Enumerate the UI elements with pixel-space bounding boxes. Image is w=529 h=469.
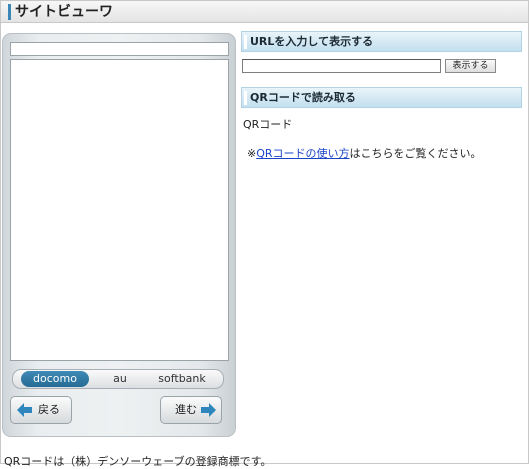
qr-help-note: ※QRコードの使い方はこちらをご覧ください。 <box>247 145 482 161</box>
phone-viewer: docomo au softbank 戻る 進む <box>2 33 236 437</box>
viewer-screen[interactable] <box>10 59 229 361</box>
viewer-address-bar <box>10 42 229 56</box>
qr-code-label: QRコード <box>243 118 293 131</box>
note-mark: ※ <box>247 147 257 160</box>
forward-button[interactable]: 進む <box>160 396 222 424</box>
trademark-footer: QRコードは（株）デンソーウェーブの登録商標です。 <box>4 455 272 468</box>
heading-accent <box>244 35 247 49</box>
qr-section-heading: QRコードで読み取る <box>241 87 522 108</box>
url-input[interactable] <box>242 59 441 73</box>
back-button[interactable]: 戻る <box>10 396 72 424</box>
carrier-au[interactable]: au <box>103 371 137 387</box>
title-accent <box>8 4 11 20</box>
url-section-title: URLを入力して表示する <box>250 35 374 48</box>
back-button-label: 戻る <box>38 403 60 416</box>
note-suffix: はこちらをご覧ください。 <box>349 147 482 160</box>
arrow-right-icon <box>201 403 216 417</box>
qr-section-title: QRコードで読み取る <box>250 91 356 104</box>
page-title: サイトビューワ <box>15 4 113 20</box>
title-bar: サイトビューワ <box>1 1 528 23</box>
show-button[interactable]: 表示する <box>445 59 496 73</box>
heading-accent <box>244 91 247 105</box>
arrow-left-icon <box>17 403 32 417</box>
forward-button-label: 進む <box>175 403 197 416</box>
url-section-heading: URLを入力して表示する <box>241 31 522 52</box>
carrier-switcher: docomo au softbank <box>12 369 224 389</box>
carrier-docomo[interactable]: docomo <box>21 371 89 387</box>
qr-help-link[interactable]: QRコードの使い方 <box>256 147 349 160</box>
carrier-softbank[interactable]: softbank <box>151 371 213 387</box>
